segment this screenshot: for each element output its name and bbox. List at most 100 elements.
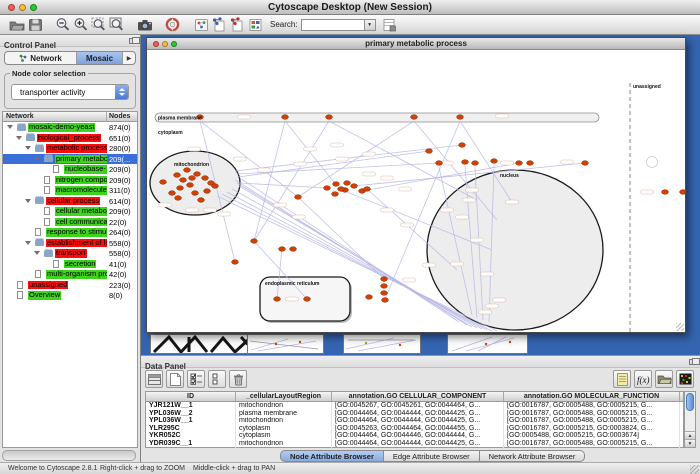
window-resize-grip[interactable]	[690, 465, 699, 474]
tab-mosaic[interactable]: Mosaic	[77, 52, 123, 64]
column-header[interactable]: _cellularLayoutRegion	[236, 392, 332, 401]
search-config-icon[interactable]	[381, 17, 399, 33]
table-scrollbar[interactable]: ▲ ▼	[684, 391, 696, 448]
graph-node	[366, 295, 373, 300]
zoom-in-icon[interactable]	[72, 17, 90, 33]
help-icon[interactable]	[164, 17, 182, 33]
node-color-selection-group: Node color selection transporter activit…	[4, 73, 136, 109]
tree-column-nodes[interactable]: Nodes	[107, 112, 137, 121]
expand-arrow-icon[interactable]	[25, 241, 31, 245]
annotation-icon[interactable]	[192, 17, 210, 33]
folder-icon	[26, 135, 35, 141]
graph-node	[290, 247, 297, 252]
scroll-up-button[interactable]: ▲	[685, 431, 695, 439]
background-window-3[interactable]	[447, 334, 528, 354]
expand-arrow-icon[interactable]	[16, 136, 22, 140]
expand-arrow-icon[interactable]	[34, 251, 40, 255]
save-session-icon[interactable]	[26, 17, 44, 33]
search-label: Search:	[270, 20, 298, 29]
tree-row[interactable]: cell communicat22(0)	[3, 217, 137, 228]
background-window-1[interactable]	[247, 334, 324, 354]
tree-row[interactable]: Overview8(0)	[3, 290, 137, 301]
select-attributes-icon[interactable]	[187, 370, 205, 388]
tree-row[interactable]: cellular process614(0)	[3, 196, 137, 207]
zoom-out-icon[interactable]	[54, 17, 72, 33]
network-canvas[interactable]: plasma membranecytoplasmmitochondrionnuc…	[147, 50, 685, 332]
tree-column-network[interactable]: Network	[3, 112, 107, 121]
matrix-icon[interactable]	[676, 370, 694, 388]
search-input[interactable]	[301, 19, 365, 31]
formula-icon[interactable]: f(x)	[634, 370, 652, 388]
new-attribute-icon[interactable]	[166, 370, 184, 388]
table-row[interactable]: YJR121W__1mitochondrion[GO:0045267, GO:0…	[146, 402, 683, 410]
network-window-titlebar[interactable]: primary metabolic process	[147, 38, 685, 50]
table-row[interactable]: YLR295Ccytoplasm[GO:0045263, GO:0044464,…	[146, 425, 683, 433]
unselect-attributes-icon[interactable]	[208, 370, 226, 388]
graph-node	[180, 178, 187, 183]
tree-row[interactable]: response to stimulu264(0)	[3, 227, 137, 238]
tree-row[interactable]: metabolic process280(0)	[3, 143, 137, 154]
tab-network[interactable]: Network	[5, 52, 77, 64]
tab-network-attribute-browser[interactable]: Network Attribute Browser	[480, 450, 586, 462]
tree-row[interactable]: primary metabo209(...	[3, 154, 137, 165]
expand-arrow-icon[interactable]	[7, 125, 13, 129]
dropdown-arrows-icon	[115, 85, 128, 99]
delete-attribute-icon[interactable]	[229, 370, 247, 388]
node-label-pill	[466, 188, 479, 192]
tree-row[interactable]: secretion41(0)	[3, 259, 137, 270]
table-row[interactable]: YKR052Ccytoplasm[GO:0044464, GO:0044446,…	[146, 432, 683, 440]
scrollbar-thumb[interactable]	[686, 393, 694, 411]
column-header[interactable]: ID	[146, 392, 236, 401]
folder-icon	[35, 240, 44, 246]
tab-edge-attribute-browser[interactable]: Edge Attribute Browser	[384, 450, 480, 462]
float-panel-icon[interactable]	[129, 38, 136, 44]
snapshot-icon[interactable]	[136, 17, 154, 33]
tree-row[interactable]: mosaic-demo-yeast874(0)	[3, 122, 137, 133]
expand-arrow-icon[interactable]	[25, 146, 31, 150]
tree-row[interactable]: nucleobase-209(0)	[3, 164, 137, 175]
table-row[interactable]: YPL036W__1mitochondrion[GO:0044464, GO:0…	[146, 417, 683, 425]
table-row[interactable]: YDR039C__1mitochondrion[GO:0044464, GO:0…	[146, 440, 683, 448]
zoom-selected-icon[interactable]	[90, 17, 108, 33]
zoom-fit-icon[interactable]	[108, 17, 126, 33]
network-window-title: primary metabolic process	[147, 39, 685, 48]
tree-row[interactable]: biological_process651(0)	[3, 133, 137, 144]
graph-node	[274, 297, 281, 302]
import-network-icon[interactable]	[210, 17, 228, 33]
tree-row[interactable]: multi-organism pro42(0)	[3, 269, 137, 280]
node-color-dropdown[interactable]: transporter activity	[11, 84, 129, 100]
tree-row[interactable]: cellular metabo209(0)	[3, 206, 137, 217]
import-attributes-icon[interactable]	[228, 17, 246, 33]
inner-resize-grip[interactable]	[676, 323, 684, 331]
vizmapper-icon[interactable]	[246, 17, 264, 33]
scroll-down-button[interactable]: ▼	[685, 439, 695, 447]
table-row[interactable]: YPL036W__2plasma membrane[GO:0044464, GO…	[146, 410, 683, 418]
import-attribute-file-icon[interactable]	[655, 370, 673, 388]
tab-node-attribute-browser[interactable]: Node Attribute Browser	[280, 450, 384, 462]
float-data-panel-icon[interactable]	[689, 359, 696, 365]
tab-overflow-button[interactable]: ▶	[123, 52, 135, 64]
graph-node	[516, 161, 523, 166]
open-session-icon[interactable]	[8, 17, 26, 33]
background-window-2[interactable]	[343, 334, 421, 354]
network-tree: Network Nodes mosaic-demo-yeast874(0)bio…	[2, 111, 138, 448]
tree-row[interactable]: nitrogen compo209(0)	[3, 175, 137, 186]
table-cell: [GO:0045267, GO:0045261, GO:0044464, G..…	[332, 402, 504, 410]
search-dropdown-button[interactable]: ▼	[365, 19, 376, 31]
graph-node	[232, 260, 239, 265]
tab-mosaic-label: Mosaic	[86, 54, 113, 63]
tree-row-label: macromolecule	[55, 186, 107, 195]
expand-arrow-icon[interactable]	[25, 199, 31, 203]
column-header[interactable]: annotation.GO CELLULAR_COMPONENT	[332, 392, 504, 401]
graph-node	[282, 115, 289, 120]
graph-node	[169, 191, 176, 196]
column-header[interactable]: annotation.GO MOLECULAR_FUNCTION	[504, 392, 680, 401]
notes-icon[interactable]	[613, 370, 631, 388]
expand-arrow-icon[interactable]	[34, 157, 40, 161]
tree-row-count: 8(0)	[109, 291, 122, 300]
tree-row[interactable]: unassigned223(0)	[3, 280, 137, 291]
tree-row[interactable]: macromolecule311(0)	[3, 185, 137, 196]
tree-row[interactable]: transport558(0)	[3, 248, 137, 259]
tree-row[interactable]: establishment of lo558(0)	[3, 238, 137, 249]
select-all-icon[interactable]	[145, 370, 163, 388]
